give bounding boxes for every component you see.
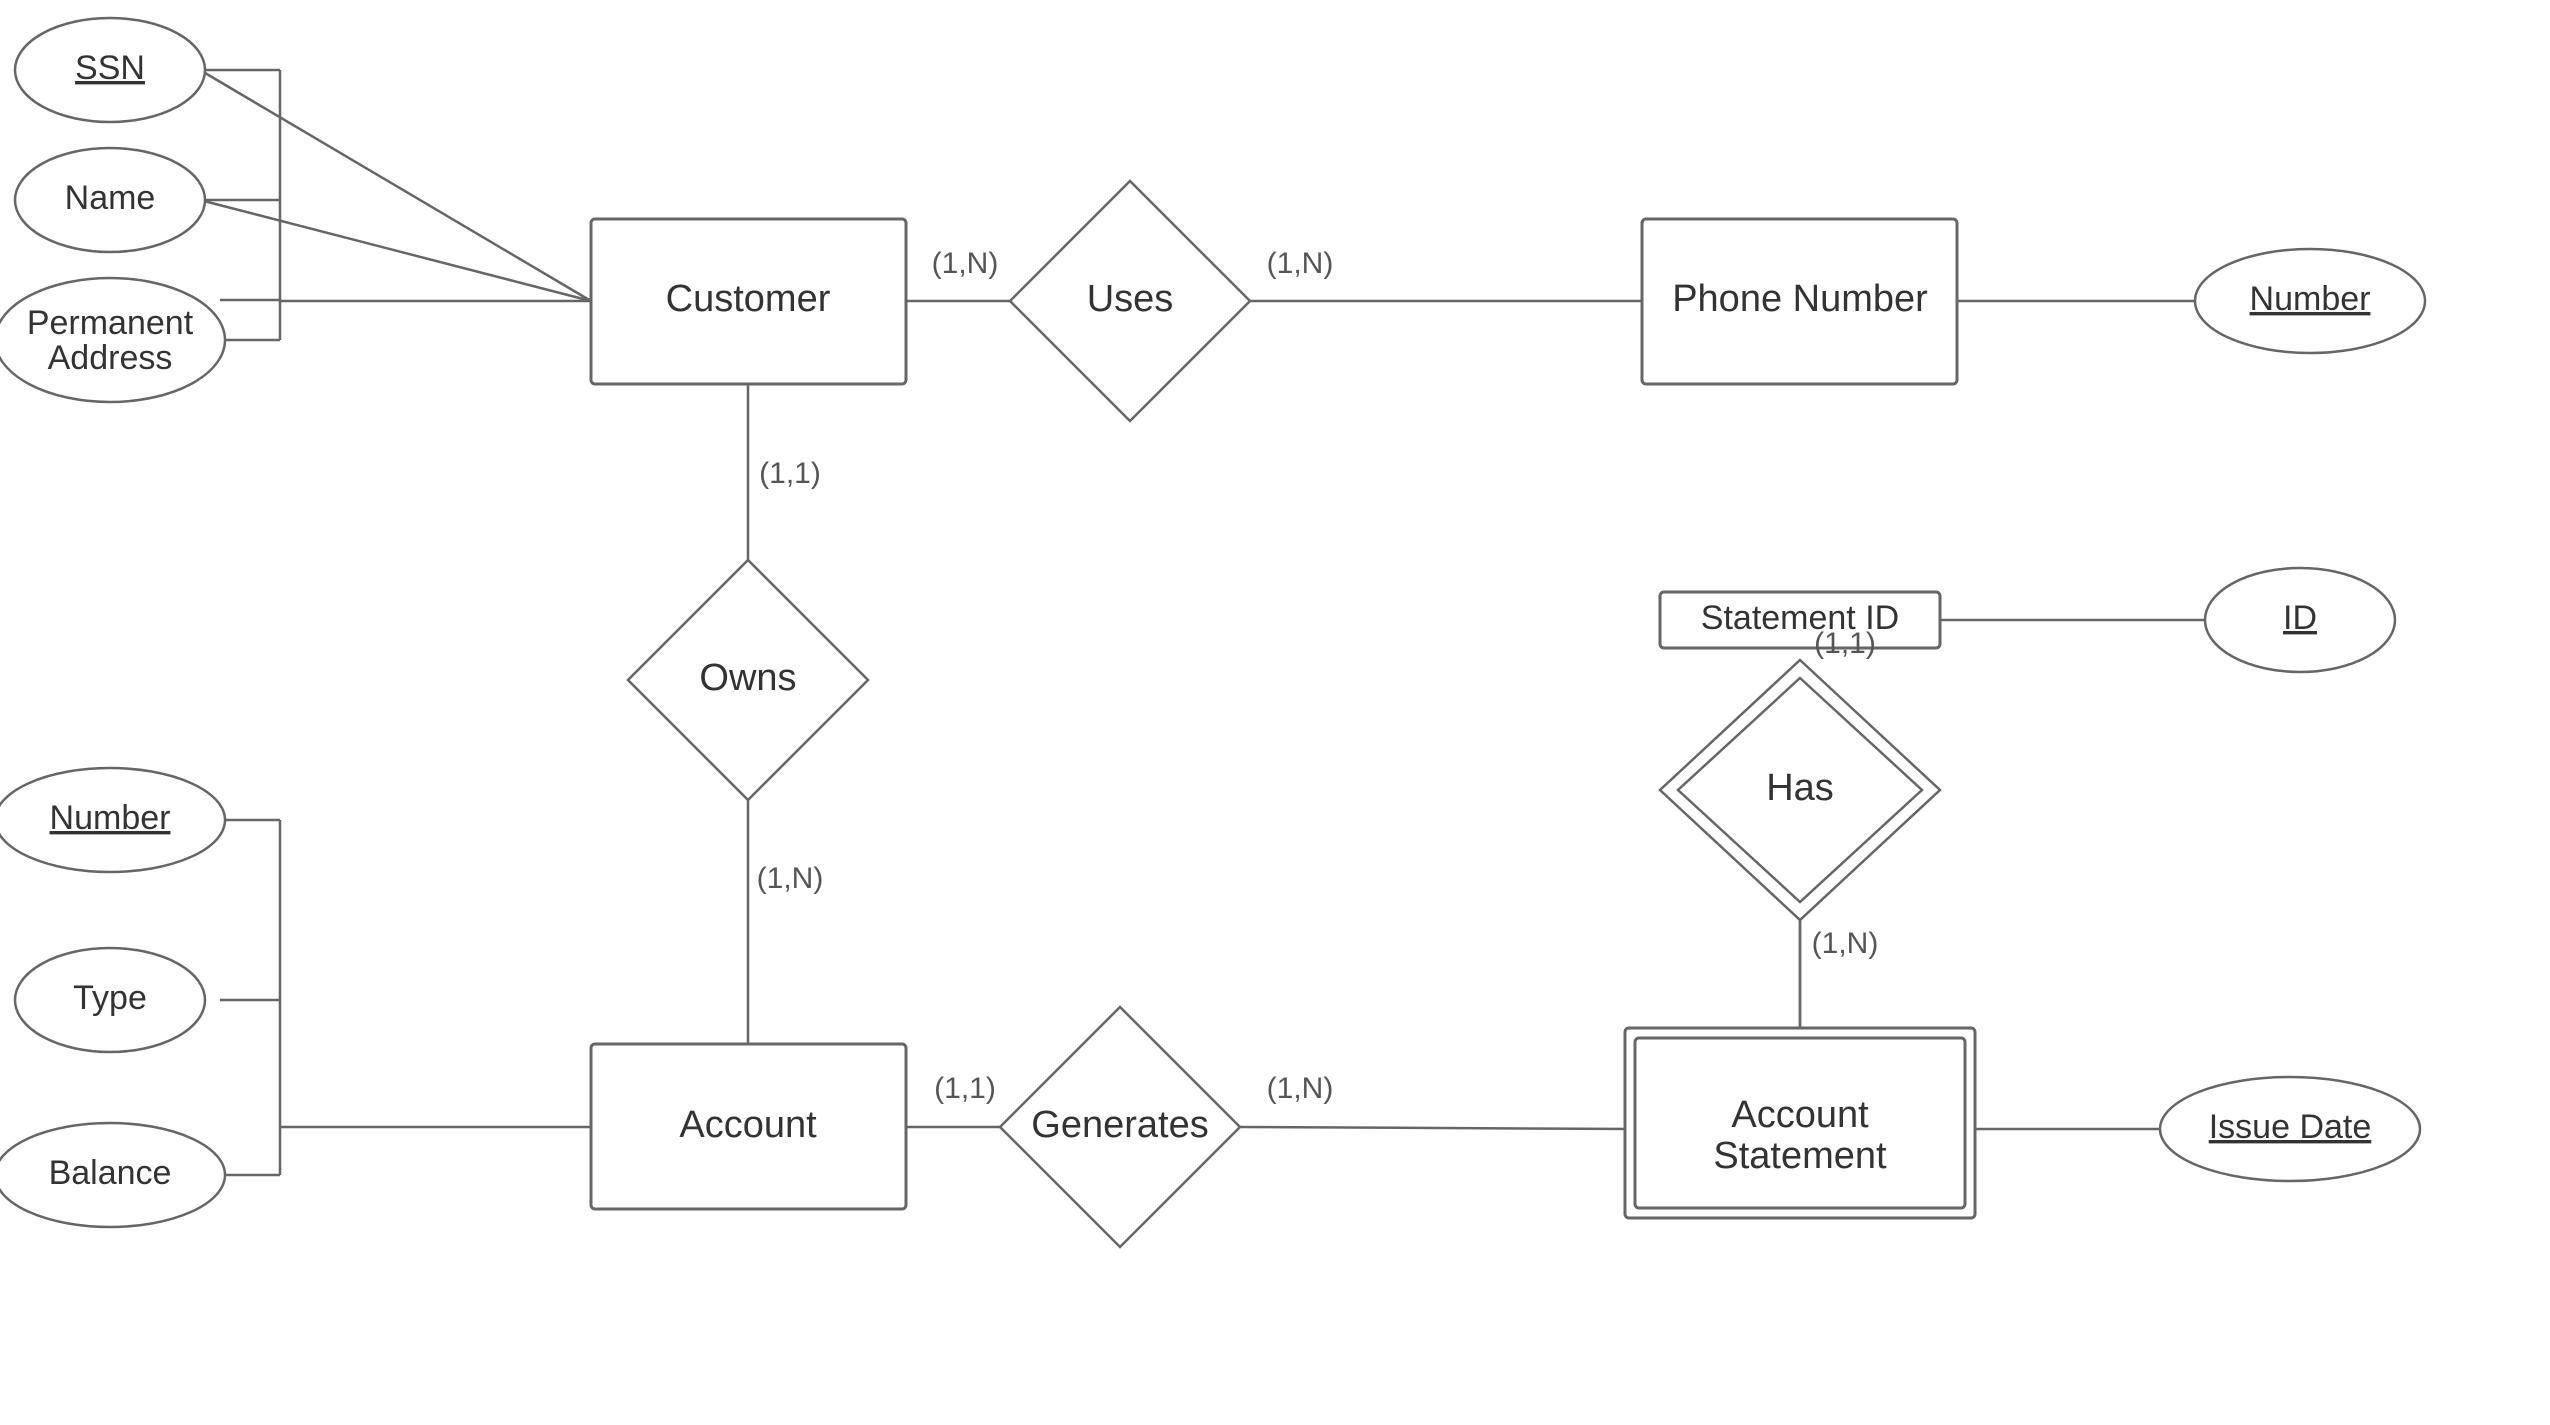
er-diagram: Customer Phone Number Account Account St… (0, 0, 2550, 1425)
card-owns-top: (1,1) (759, 457, 821, 490)
attr-number-phone-text: Number (2250, 280, 2371, 318)
card-owns-bottom: (1,N) (757, 862, 824, 895)
card-gen-left: (1,1) (934, 1072, 996, 1105)
rel-has-text: Has (1766, 767, 1834, 809)
attr-balance-text: Balance (49, 1154, 172, 1192)
entity-customer-label: Customer (666, 278, 831, 320)
attr-id-text: ID (2283, 599, 2317, 637)
line-name-customer (200, 200, 591, 301)
card-has-bottom: (1,N) (1812, 927, 1879, 960)
card-has-top: (1,1) (1814, 627, 1876, 660)
line-generates-accstmt (1240, 1127, 1635, 1129)
attr-name-text: Name (65, 179, 156, 217)
card-uses-right: (1,N) (1267, 247, 1334, 280)
card-uses-left: (1,N) (932, 247, 999, 280)
entity-accstmt-label2: Statement (1713, 1135, 1887, 1177)
entity-account-label: Account (679, 1104, 817, 1146)
rel-generates-text: Generates (1031, 1104, 1208, 1146)
rel-owns-text: Owns (699, 657, 796, 699)
attr-number-account-text: Number (50, 799, 171, 837)
card-gen-right: (1,N) (1267, 1072, 1334, 1105)
line-permaddr-customer (220, 300, 591, 301)
attr-ssn-text: SSN (75, 49, 145, 87)
line-ssn-customer (200, 70, 591, 301)
attr-type-text: Type (73, 979, 147, 1017)
attr-permaddr-text1: Permanent (27, 304, 194, 342)
entity-accstmt-label: Account (1731, 1094, 1869, 1136)
attr-issuedate-text: Issue Date (2209, 1108, 2372, 1146)
attr-permaddr-text2: Address (48, 339, 173, 377)
rel-uses-text: Uses (1087, 278, 1174, 320)
entity-phone-label: Phone Number (1672, 278, 1928, 320)
